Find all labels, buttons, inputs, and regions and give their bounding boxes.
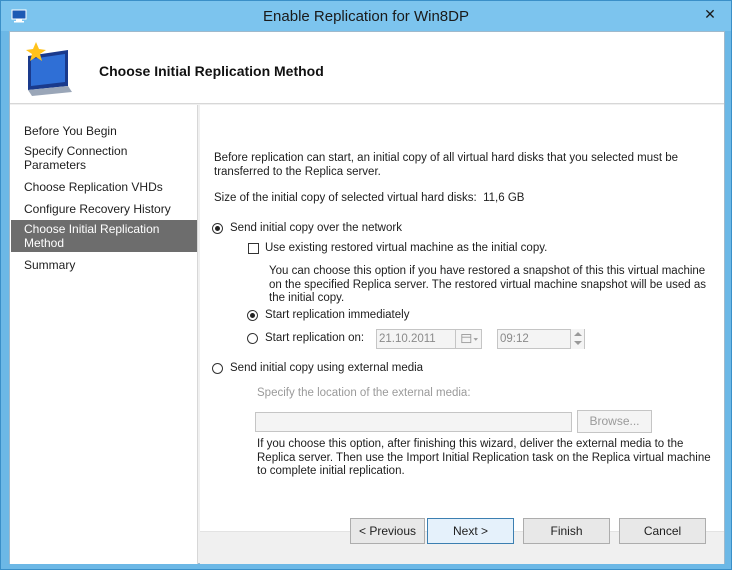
- location-label: Specify the location of the external med…: [257, 387, 471, 399]
- external-media-radio[interactable]: [212, 363, 223, 374]
- time-spinner[interactable]: [570, 329, 584, 349]
- wizard-client: Choose Initial Replication Method Before…: [9, 31, 725, 564]
- spin-up-icon[interactable]: [574, 332, 582, 336]
- page-header: Choose Initial Replication Method: [10, 32, 724, 104]
- page-title: Choose Initial Replication Method: [99, 63, 324, 79]
- nav-item-specify-connection[interactable]: Specify Connection Parameters: [11, 144, 197, 172]
- network-radio[interactable]: [212, 223, 223, 234]
- title-bar[interactable]: Enable Replication for Win8DP ✕: [1, 1, 731, 31]
- finish-button[interactable]: Finish: [523, 518, 610, 544]
- intro-text: Before replication can start, an initial…: [214, 152, 679, 178]
- use-existing-description: You can choose this option if you have r…: [269, 265, 707, 304]
- calendar-icon: [461, 334, 478, 344]
- external-description: If you choose this option, after finishi…: [257, 438, 711, 477]
- spin-down-icon[interactable]: [574, 341, 582, 345]
- size-value: 11,6 GB: [483, 192, 525, 204]
- next-button[interactable]: Next >: [427, 518, 514, 544]
- size-label: Size of the initial copy of selected vir…: [214, 192, 524, 206]
- nav-item-before-you-begin[interactable]: Before You Begin: [11, 124, 197, 138]
- cancel-button[interactable]: Cancel: [619, 518, 706, 544]
- nav-item-recovery-history[interactable]: Configure Recovery History: [11, 202, 197, 216]
- start-time-field[interactable]: 09:12: [497, 329, 585, 349]
- start-date-field[interactable]: 21.10.2011: [376, 329, 456, 349]
- close-icon[interactable]: ✕: [701, 5, 719, 23]
- size-label-text: Size of the initial copy of selected vir…: [214, 192, 477, 204]
- start-on-radio[interactable]: [247, 333, 258, 344]
- content-pane: Before replication can start, an initial…: [200, 105, 724, 564]
- wizard-footer: < Previous Next > Finish Cancel: [200, 518, 724, 564]
- start-time-value: 09:12: [500, 333, 529, 345]
- window-title: Enable Replication for Win8DP: [263, 8, 469, 25]
- nav-item-summary[interactable]: Summary: [11, 258, 197, 272]
- monitor-sparkle-icon: [26, 42, 72, 96]
- wizard-steps-nav: Before You Begin Specify Connection Para…: [10, 105, 198, 564]
- previous-button[interactable]: < Previous: [350, 518, 425, 544]
- start-immediately-radio[interactable]: [247, 310, 258, 321]
- nav-item-initial-replication[interactable]: Choose Initial Replication Method: [11, 220, 197, 252]
- location-input[interactable]: [255, 412, 572, 432]
- use-existing-checkbox[interactable]: [248, 243, 259, 254]
- calendar-dropdown-button[interactable]: [456, 329, 482, 349]
- start-on-label[interactable]: Start replication on:: [265, 332, 364, 346]
- wizard-window: Enable Replication for Win8DP ✕ Choose I…: [0, 0, 732, 570]
- network-option-label[interactable]: Send initial copy over the network: [230, 222, 402, 236]
- browse-button[interactable]: Browse...: [577, 410, 652, 433]
- nav-item-choose-vhds[interactable]: Choose Replication VHDs: [11, 180, 197, 194]
- use-existing-label[interactable]: Use existing restored virtual machine as…: [265, 242, 547, 256]
- start-immediately-label[interactable]: Start replication immediately: [265, 309, 409, 323]
- external-option-label[interactable]: Send initial copy using external media: [230, 362, 423, 376]
